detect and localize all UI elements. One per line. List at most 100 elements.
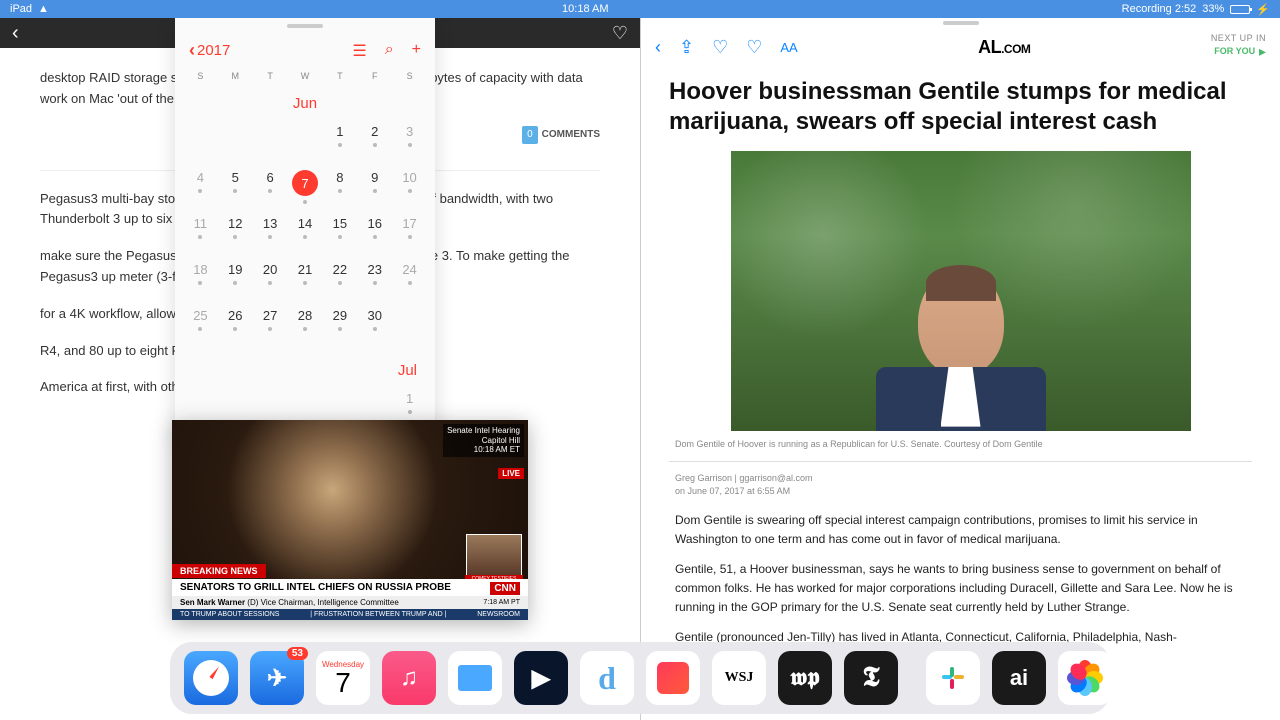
love-icon[interactable]: ♡ [746,37,762,58]
day-cell[interactable]: 5 [218,164,253,210]
text-size-button[interactable]: AA [780,40,797,55]
comments-count: 0 [522,126,538,144]
video-app-icon[interactable]: ▶ [514,651,568,705]
month-label: Jun [175,85,435,118]
day-cell[interactable]: 24 [392,256,427,302]
live-badge: LIVE [498,468,524,479]
day-cell[interactable]: 16 [357,210,392,256]
dock: ✈53 Wednesday7 ♫ ▶ d WSJ 𝖜𝖕 𝕿 ai [170,642,1110,714]
article-headline: Hoover businessman Gentile stumps for me… [669,77,1252,137]
image-caption: Dom Gentile of Hoover is running as a Re… [669,439,1252,449]
ai-app-icon[interactable]: ai [992,651,1046,705]
article-paragraph: Gentile, 51, a Hoover businessman, says … [669,560,1252,616]
byline: Greg Garrison | ggarrison@al.com on June… [669,472,1252,497]
day-cell[interactable]: 7 [288,164,323,210]
picture-in-picture-video[interactable]: Senate Intel Hearing Capitol Hill 10:18 … [172,420,528,620]
breaking-news-badge: BREAKING NEWS [172,564,266,578]
day-cell[interactable]: 4 [183,164,218,210]
day-cell[interactable]: 6 [253,164,288,210]
right-app: ‹ ⇪ ♡ ♡ AA AL.COM NEXT UP IN FOR YOU ▸ H… [640,18,1280,720]
day-cell[interactable]: 9 [357,164,392,210]
battery-icon [1230,5,1250,14]
files-app-icon[interactable] [448,651,502,705]
device-label: iPad [10,3,32,15]
notification-badge: 53 [287,647,308,660]
speaker-label: Sen Mark Warner (D) Vice Chairman, Intel… [172,596,528,609]
slack-app-icon[interactable] [926,651,980,705]
news-ticker: TO TRUMP ABOUT SESSIONS | FRUSTRATION BE… [172,609,528,620]
next-month-label: Jul [175,352,435,385]
lower-third: BREAKING NEWS SENATORS TO GRILL INTEL CH… [172,561,528,620]
day-cell[interactable]: 21 [288,256,323,302]
news-app-icon[interactable] [646,651,700,705]
calendar-app-icon[interactable]: Wednesday7 [316,651,370,705]
weekday-header: SMTWTFS [175,67,435,85]
calendar-popover[interactable]: ‹2017 ☰ ⌕ + SMTWTFS Jun 1234567891011121… [175,18,435,439]
cnn-logo-icon: CNN [490,582,520,595]
back-chevron-icon[interactable]: ‹ [12,22,19,45]
wifi-icon: ▲ [38,3,49,15]
day-cell [253,118,288,164]
search-icon[interactable]: ⌕ [385,41,394,61]
day-cell[interactable]: 28 [288,302,323,348]
favorite-icon[interactable]: ♡ [612,23,628,44]
downcast-app-icon[interactable]: d [580,651,634,705]
day-cell[interactable]: 27 [253,302,288,348]
inbox-icon[interactable]: ☰ [352,41,366,61]
news-toolbar: ‹ ⇪ ♡ ♡ AA AL.COM NEXT UP IN FOR YOU ▸ [641,25,1280,69]
day-cell[interactable]: 19 [218,256,253,302]
mail-app-icon[interactable]: ✈53 [250,651,304,705]
status-time: 10:18 AM [562,3,608,15]
wapo-app-icon[interactable]: 𝖜𝖕 [778,651,832,705]
recording-label: Recording 2:52 [1122,3,1197,15]
nyt-app-icon[interactable]: 𝕿 [844,651,898,705]
day-cell [218,118,253,164]
like-icon[interactable]: ♡ [712,37,728,58]
day-cell[interactable]: 30 [357,302,392,348]
chevron-right-icon: ▸ [1255,43,1266,59]
day-cell[interactable]: 11 [183,210,218,256]
year-back-button[interactable]: ‹2017 [189,40,230,61]
safari-app-icon[interactable] [184,651,238,705]
news-headline: SENATORS TO GRILL INTEL CHIEFS ON RUSSIA… [172,579,528,596]
day-cell[interactable]: 22 [322,256,357,302]
day-cell[interactable]: 15 [322,210,357,256]
divider [669,461,1252,462]
day-cell[interactable]: 8 [322,164,357,210]
comments-link[interactable]: 0 COMMENTS [522,126,600,144]
charging-icon: ⚡ [1256,3,1270,16]
day-cell[interactable]: 26 [218,302,253,348]
right-article-body[interactable]: Hoover businessman Gentile stumps for me… [641,69,1280,667]
day-cell[interactable]: 23 [357,256,392,302]
day-cell[interactable]: 17 [392,210,427,256]
day-cell[interactable]: 29 [322,302,357,348]
battery-pct: 33% [1202,3,1224,15]
chevron-left-icon: ‹ [189,40,195,61]
day-cell[interactable]: 10 [392,164,427,210]
add-event-button[interactable]: + [412,41,421,61]
day-cell[interactable]: 1 [322,118,357,164]
day-cell[interactable]: 20 [253,256,288,302]
share-icon[interactable]: ⇪ [679,37,694,58]
day-cell[interactable]: 13 [253,210,288,256]
publication-logo[interactable]: AL.COM [816,37,1193,58]
day-cell[interactable]: 3 [392,118,427,164]
comments-label: COMMENTS [542,127,600,143]
day-cell[interactable]: 2 [357,118,392,164]
video-chyron-location: Senate Intel Hearing Capitol Hill 10:18 … [443,424,524,457]
day-cell[interactable]: 25 [183,302,218,348]
wsj-app-icon[interactable]: WSJ [712,651,766,705]
day-cell [288,118,323,164]
day-cell [392,302,427,348]
drag-handle-icon[interactable] [287,24,323,28]
article-paragraph: Dom Gentile is swearing off special inte… [669,511,1252,548]
music-app-icon[interactable]: ♫ [382,651,436,705]
day-cell[interactable]: 14 [288,210,323,256]
back-chevron-icon[interactable]: ‹ [655,37,661,58]
calendar-grid: 1234567891011121314151617181920212223242… [175,118,435,348]
day-cell[interactable]: 18 [183,256,218,302]
day-cell[interactable]: 12 [218,210,253,256]
photos-app-icon[interactable] [1058,651,1112,705]
next-up-button[interactable]: NEXT UP IN FOR YOU ▸ [1211,34,1266,59]
status-bar: iPad ▲ 10:18 AM Recording 2:52 33% ⚡ [0,0,1280,18]
